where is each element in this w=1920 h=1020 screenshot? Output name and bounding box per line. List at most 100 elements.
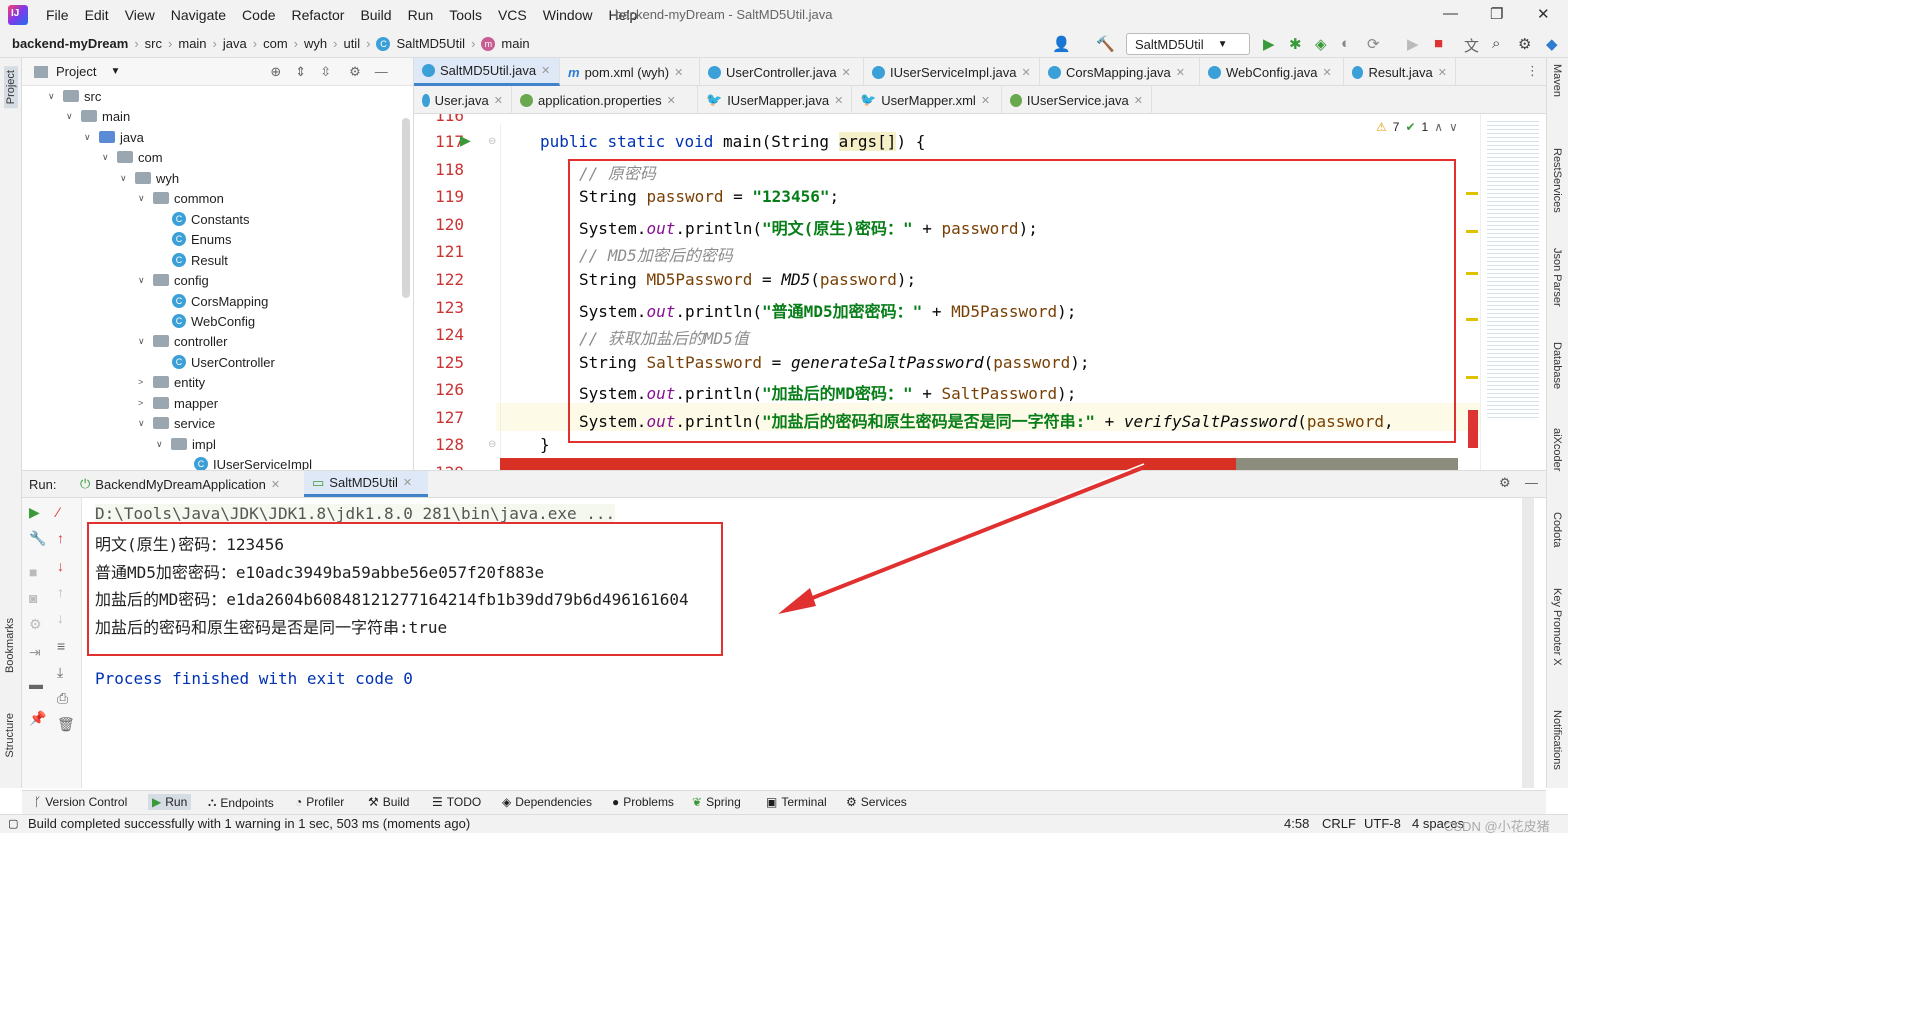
- close-button[interactable]: ✕: [1537, 5, 1550, 23]
- tool-spring[interactable]: ❦ Spring: [692, 795, 741, 809]
- tree-node-src[interactable]: ∨ src: [48, 86, 101, 106]
- notifications-tool-tab[interactable]: Notifications: [1551, 710, 1563, 770]
- tool-terminal[interactable]: ▣ Terminal: [766, 795, 827, 809]
- file-encoding[interactable]: UTF-8: [1364, 816, 1401, 831]
- tree-node-impl[interactable]: ∨ impl: [156, 434, 216, 454]
- hide-panel-icon[interactable]: —: [375, 64, 388, 79]
- warning-stripe[interactable]: [1466, 272, 1478, 275]
- project-panel-title[interactable]: Project: [56, 64, 96, 79]
- tree-node-entity[interactable]: > entity: [138, 372, 205, 392]
- json-parser-tool-tab[interactable]: Json Parser: [1551, 248, 1563, 307]
- tab-corsmapping[interactable]: CorsMapping.java ✕: [1040, 58, 1200, 86]
- chevron-down-icon[interactable]: ∨: [1449, 120, 1458, 134]
- tool-profiler[interactable]: ◔ Profiler: [295, 795, 344, 809]
- close-icon[interactable]: ✕: [494, 94, 503, 107]
- camera-icon[interactable]: ◙: [29, 590, 37, 606]
- crumb-method[interactable]: main: [501, 36, 529, 51]
- tree-node-main[interactable]: ∨ main: [66, 106, 130, 126]
- close-icon[interactable]: ✕: [1323, 66, 1332, 79]
- tree-node-java[interactable]: ∨ java: [84, 127, 144, 147]
- arrow-down-icon[interactable]: ↓: [57, 558, 64, 574]
- tab-iuserserviceimpl[interactable]: IUserServiceImpl.java ✕: [864, 58, 1040, 86]
- tool-run[interactable]: ▶ Run: [148, 794, 192, 810]
- layout-icon[interactable]: ▬: [29, 676, 43, 692]
- menu-run[interactable]: Run: [408, 7, 434, 23]
- tool-endpoints[interactable]: ⛬ Endpoints: [208, 795, 274, 810]
- crumb-wyh[interactable]: wyh: [304, 36, 327, 51]
- tab-user[interactable]: User.java ✕: [414, 86, 512, 114]
- close-icon[interactable]: ✕: [667, 94, 676, 107]
- close-icon[interactable]: ✕: [403, 476, 412, 489]
- crumb-util[interactable]: util: [343, 36, 360, 51]
- arrow-up-icon[interactable]: ↑: [57, 530, 64, 546]
- fold-icon[interactable]: ⊖: [488, 136, 496, 147]
- warning-stripe[interactable]: [1466, 376, 1478, 379]
- tool-dependencies[interactable]: ◈ Dependencies: [502, 795, 592, 809]
- crumb-main[interactable]: main: [178, 36, 206, 51]
- maven-tool-tab[interactable]: Maven: [1551, 64, 1563, 97]
- warning-stripe[interactable]: [1466, 192, 1478, 195]
- status-message[interactable]: Build completed successfully with 1 warn…: [28, 816, 470, 831]
- crumb-src[interactable]: src: [145, 36, 162, 51]
- aixcoder-tool-tab[interactable]: aiXcoder: [1551, 428, 1563, 471]
- chevron-up-icon[interactable]: ∧: [1434, 120, 1443, 134]
- wrench-icon[interactable]: 🔧: [29, 530, 46, 547]
- coverage-icon[interactable]: ◈: [1315, 35, 1327, 53]
- tree-node-config[interactable]: ∨ config: [138, 270, 209, 290]
- menu-tools[interactable]: Tools: [449, 7, 482, 23]
- close-icon[interactable]: ✕: [842, 66, 851, 79]
- collapse-all-icon[interactable]: ⇳: [320, 64, 331, 80]
- editor-scroll-thumb[interactable]: [1468, 410, 1478, 448]
- ide-update-icon[interactable]: ◆: [1546, 35, 1558, 53]
- soft-wrap-icon[interactable]: ≡: [57, 638, 65, 654]
- close-icon[interactable]: ✕: [1134, 94, 1143, 107]
- tree-node-usercontroller[interactable]: C UserController: [172, 352, 275, 372]
- menu-build[interactable]: Build: [360, 7, 391, 23]
- tree-node-com[interactable]: ∨ com: [102, 147, 163, 167]
- trash-icon[interactable]: 🗑: [57, 716, 75, 733]
- restore-button[interactable]: ❐: [1490, 5, 1503, 23]
- tree-node-webconfig[interactable]: C WebConfig: [172, 311, 255, 331]
- codota-tool-tab[interactable]: Codota: [1551, 512, 1563, 547]
- gear-icon[interactable]: ⚙: [1499, 475, 1511, 491]
- settings-dump-icon[interactable]: ⚙: [29, 616, 42, 633]
- tool-build[interactable]: ⚒ Build: [368, 795, 409, 809]
- menu-window[interactable]: Window: [543, 7, 593, 23]
- close-icon[interactable]: ✕: [1176, 66, 1185, 79]
- tab-pom-xml[interactable]: m pom.xml (wyh) ✕: [560, 58, 700, 86]
- rerun-icon[interactable]: ▶: [29, 504, 40, 521]
- console-scrollbar[interactable]: [1522, 498, 1534, 788]
- layout-toggle-icon[interactable]: ▢: [8, 817, 18, 830]
- tool-problems[interactable]: ● Problems: [612, 795, 674, 809]
- clear-icon[interactable]: ⁄: [57, 504, 59, 520]
- arrow-down-disabled-icon[interactable]: ↓: [57, 610, 64, 626]
- chevron-down-icon[interactable]: ▼: [110, 66, 120, 77]
- close-icon[interactable]: ✕: [541, 64, 550, 77]
- tree-node-mapper[interactable]: > mapper: [138, 393, 218, 413]
- close-icon[interactable]: ✕: [271, 478, 280, 491]
- fold-icon[interactable]: ⊖: [488, 439, 496, 450]
- code-editor[interactable]: 116 117 118 119 120 121 122 123 124 125 …: [414, 114, 1480, 470]
- run-tab-saltmd5util[interactable]: ▭ SaltMD5Util ✕: [304, 471, 428, 497]
- print-icon[interactable]: ⎙: [57, 690, 68, 707]
- minimize-button[interactable]: —: [1443, 5, 1458, 22]
- tree-node-service[interactable]: ∨ service: [138, 413, 215, 433]
- tab-application-properties[interactable]: application.properties ✕: [512, 86, 698, 114]
- tab-result[interactable]: Result.java ✕: [1344, 58, 1456, 86]
- profile-icon[interactable]: ◐: [1341, 35, 1350, 52]
- gear-icon[interactable]: ⚙: [1518, 35, 1531, 53]
- project-scrollbar[interactable]: [402, 118, 410, 298]
- hide-panel-icon[interactable]: —: [1525, 475, 1538, 490]
- tree-node-result[interactable]: C Result: [172, 250, 228, 270]
- gear-icon[interactable]: ⚙: [349, 64, 361, 80]
- resume-icon[interactable]: ▶: [1407, 35, 1419, 53]
- warning-stripe[interactable]: [1466, 230, 1478, 233]
- key-promoter-tool-tab[interactable]: Key Promoter X: [1551, 588, 1563, 666]
- menu-refactor[interactable]: Refactor: [292, 7, 345, 23]
- horizontal-scrollbar-track[interactable]: [1236, 458, 1458, 470]
- tab-usercontroller[interactable]: UserController.java ✕: [700, 58, 864, 86]
- line-separator[interactable]: CRLF: [1322, 816, 1356, 831]
- structure-tool-tab[interactable]: Structure: [4, 713, 16, 758]
- search-icon[interactable]: ⌕: [1492, 35, 1500, 52]
- restservices-tool-tab[interactable]: RestServices: [1551, 148, 1563, 213]
